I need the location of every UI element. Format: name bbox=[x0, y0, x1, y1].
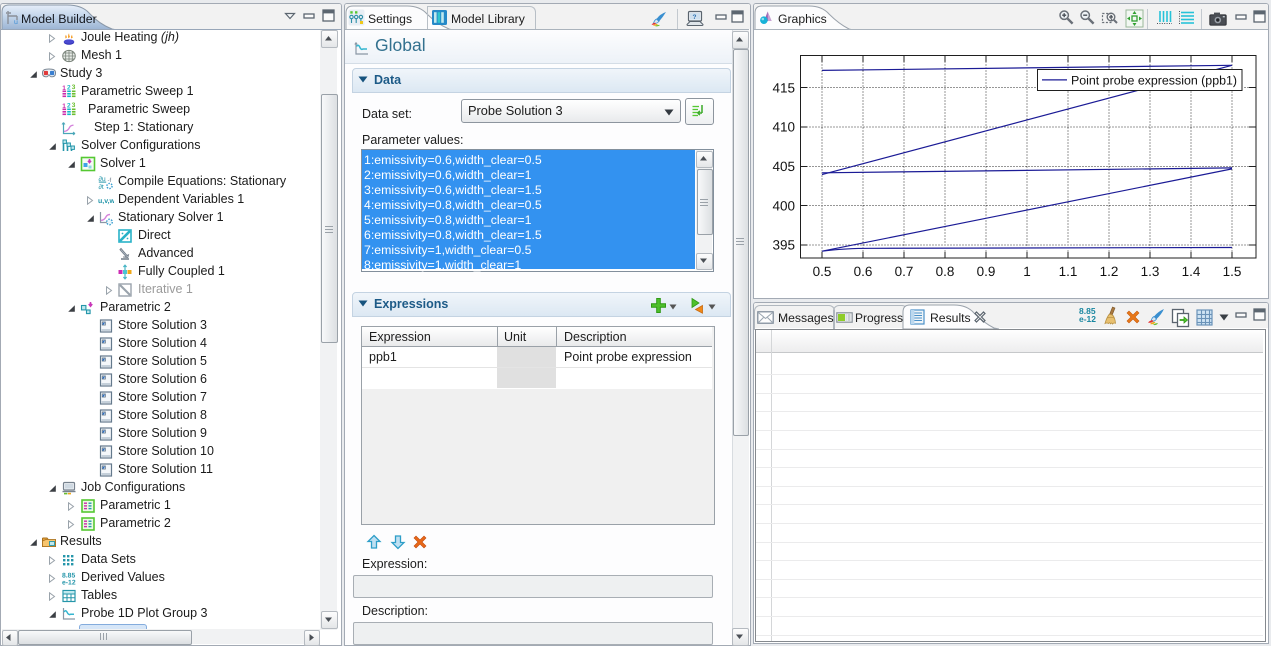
svg-text:u,v,w: u,v,w bbox=[98, 198, 114, 205]
svg-text:3: 3 bbox=[72, 84, 76, 91]
svg-text:0.8: 0.8 bbox=[936, 264, 955, 279]
svg-text:3: 3 bbox=[72, 102, 76, 109]
svg-text:1.3: 1.3 bbox=[1141, 264, 1160, 279]
svg-text:Point probe expression (ppb1): Point probe expression (ppb1) bbox=[1071, 74, 1237, 88]
svg-text:410: 410 bbox=[772, 120, 795, 135]
svg-text:395: 395 bbox=[772, 238, 795, 253]
svg-text:1.2: 1.2 bbox=[1100, 264, 1119, 279]
svg-text:0.5: 0.5 bbox=[813, 264, 832, 279]
svg-text:405: 405 bbox=[772, 159, 795, 174]
svg-text:8.85: 8.85 bbox=[62, 573, 75, 580]
svg-text:?: ? bbox=[693, 14, 697, 21]
svg-text:0.6: 0.6 bbox=[854, 264, 873, 279]
svg-text:400: 400 bbox=[772, 198, 795, 213]
svg-text:1.4: 1.4 bbox=[1182, 264, 1201, 279]
svg-text:1.5: 1.5 bbox=[1223, 264, 1242, 279]
svg-text:0.9: 0.9 bbox=[977, 264, 996, 279]
svg-text:1: 1 bbox=[1023, 264, 1031, 279]
svg-text:2: 2 bbox=[67, 85, 71, 92]
svg-text:1.1: 1.1 bbox=[1059, 264, 1078, 279]
svg-text:e-12: e-12 bbox=[62, 580, 76, 587]
svg-text:0.7: 0.7 bbox=[895, 264, 914, 279]
svg-text:415: 415 bbox=[772, 80, 795, 95]
svg-text:u: u bbox=[14, 19, 18, 26]
svg-text:∂t: ∂t bbox=[99, 184, 104, 190]
svg-text:2: 2 bbox=[67, 103, 71, 110]
